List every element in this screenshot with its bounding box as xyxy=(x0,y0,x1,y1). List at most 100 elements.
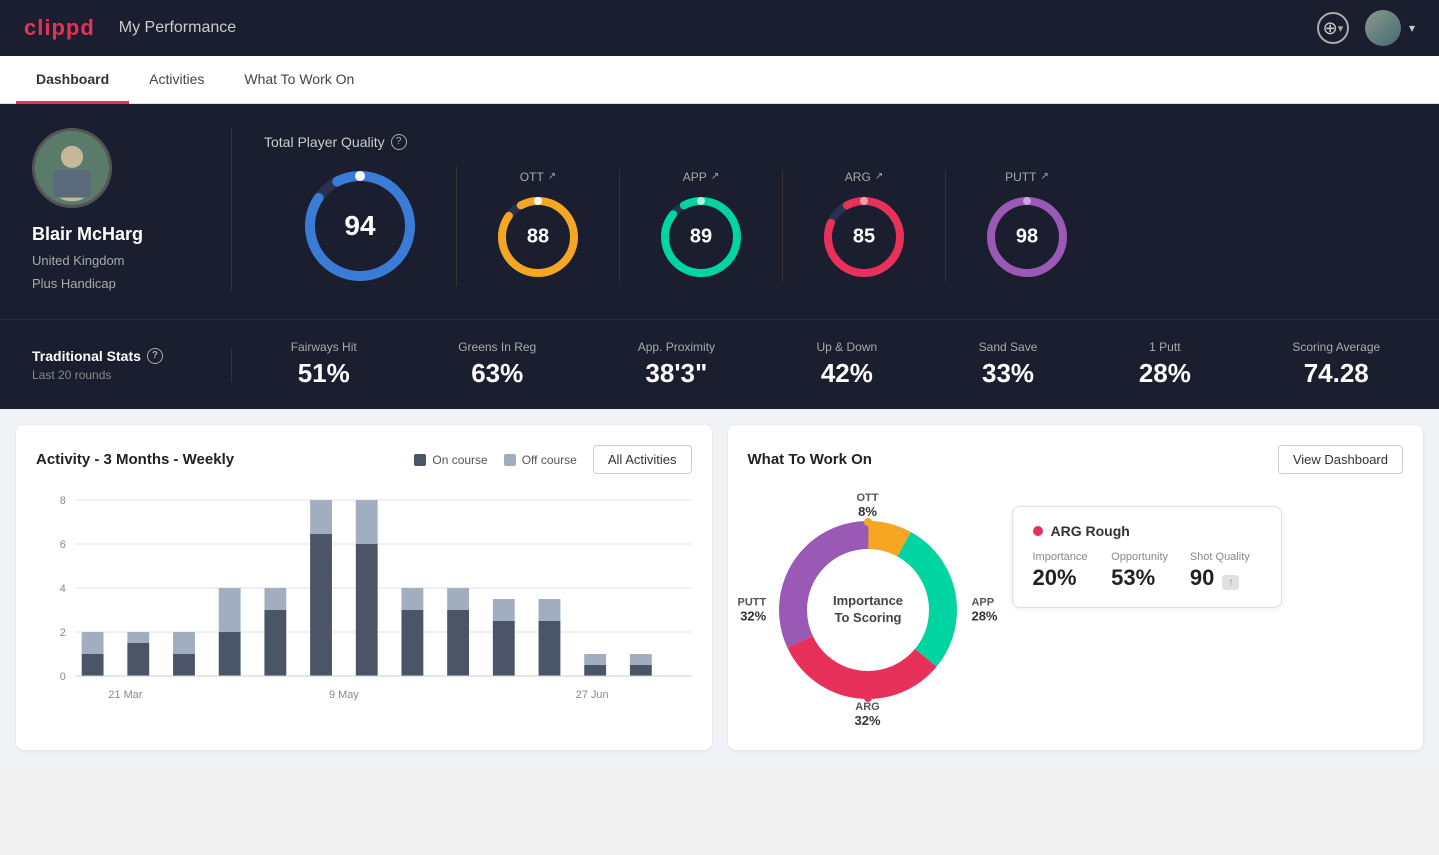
bottom-panels: Activity - 3 Months - Weekly On course O… xyxy=(0,409,1439,766)
arg-label: ARG ↗ xyxy=(845,170,883,184)
opportunity-metric: Opportunity 53% xyxy=(1111,551,1182,591)
arg-metric: ARG ↗ 85 xyxy=(783,170,946,282)
arg-value: 85 xyxy=(853,225,875,248)
header-title: My Performance xyxy=(119,19,236,37)
plus-icon: ⊕ xyxy=(1323,18,1338,39)
svg-text:27 Jun: 27 Jun xyxy=(576,689,609,701)
svg-text:0: 0 xyxy=(60,671,66,683)
scoring-average-metric: Scoring Average 74.28 xyxy=(1292,340,1380,389)
app-proximity-label: App. Proximity xyxy=(638,340,715,354)
sand-save-value: 33% xyxy=(982,358,1034,389)
trad-metrics-list: Fairways Hit 51% Greens In Reg 63% App. … xyxy=(264,340,1407,389)
total-quality-gauge: 94 xyxy=(300,166,420,286)
user-chevron-icon: ▾ xyxy=(1409,21,1415,35)
player-country: United Kingdom xyxy=(32,253,125,268)
ott-segment-name: OTT xyxy=(857,492,879,504)
svg-text:8: 8 xyxy=(60,495,66,507)
quality-info-icon[interactable]: ? xyxy=(391,134,407,150)
arg-donut-label: ARG 32% xyxy=(854,701,880,728)
ott-segment-pct: 8% xyxy=(857,504,879,519)
opportunity-value: 53% xyxy=(1111,565,1182,591)
app-proximity-value: 38'3" xyxy=(645,358,707,389)
quality-section: Total Player Quality ? 94 OTT xyxy=(264,134,1407,286)
opportunity-label: Opportunity xyxy=(1111,551,1182,563)
quality-metrics: 94 OTT ↗ 88 xyxy=(264,166,1407,286)
svg-text:21 Mar: 21 Mar xyxy=(108,689,142,701)
activity-chart-panel: Activity - 3 Months - Weekly On course O… xyxy=(16,425,712,750)
app-segment-name: APP xyxy=(971,597,997,609)
donut-center-line2: To Scoring xyxy=(834,610,901,625)
sand-save-metric: Sand Save 33% xyxy=(979,340,1038,389)
arg-gauge: 85 xyxy=(819,192,909,282)
putt-gauge: 98 xyxy=(982,192,1072,282)
tab-activities[interactable]: Activities xyxy=(129,56,224,104)
traditional-stats-section: Traditional Stats ? Last 20 rounds Fairw… xyxy=(0,319,1439,409)
putt-label: PUTT ↗ xyxy=(1005,170,1049,184)
app-gauge: 89 xyxy=(656,192,746,282)
app-segment-pct: 28% xyxy=(971,609,997,624)
svg-text:2: 2 xyxy=(60,627,66,639)
chart-panel-header: Activity - 3 Months - Weekly On course O… xyxy=(36,445,692,474)
shot-quality-metric: Shot Quality 90 ↑ xyxy=(1190,551,1261,591)
importance-value: 20% xyxy=(1033,565,1104,591)
svg-text:4: 4 xyxy=(60,583,66,595)
arg-segment-pct: 32% xyxy=(854,713,880,728)
player-avatar xyxy=(32,128,112,208)
app-label: APP ↗ xyxy=(683,170,719,184)
app-logo: clippd xyxy=(24,15,95,41)
putt-segment-name: PUTT xyxy=(738,597,767,609)
off-course-legend: Off course xyxy=(504,453,577,467)
ott-value: 88 xyxy=(527,225,549,248)
bar-chart-svg: 8 6 4 2 0 xyxy=(36,490,692,710)
trad-stats-title: Traditional Stats ? xyxy=(32,348,199,364)
header-actions: ⊕ ▾ ▾ xyxy=(1317,10,1415,46)
arg-arrow-icon: ↗ xyxy=(875,171,883,182)
arg-rough-card: ARG Rough Importance 20% Opportunity 53%… xyxy=(1012,506,1282,608)
avatar xyxy=(1365,10,1401,46)
tab-dashboard[interactable]: Dashboard xyxy=(16,56,129,104)
quality-label: Total Player Quality xyxy=(264,134,385,150)
ott-donut-label: OTT 8% xyxy=(857,492,879,519)
off-course-legend-label: Off course xyxy=(522,453,577,467)
card-dot xyxy=(1033,526,1043,536)
quality-header: Total Player Quality ? xyxy=(264,134,1407,150)
add-button[interactable]: ⊕ ▾ xyxy=(1317,12,1349,44)
importance-metric: Importance 20% xyxy=(1033,551,1104,591)
importance-label: Importance xyxy=(1033,551,1104,563)
svg-text:9 May: 9 May xyxy=(329,689,359,701)
trad-stats-subtitle: Last 20 rounds xyxy=(32,368,199,382)
on-course-legend-label: On course xyxy=(432,453,487,467)
putt-donut-label: PUTT 32% xyxy=(738,597,767,624)
activity-bar-chart: 8 6 4 2 0 xyxy=(36,490,692,710)
view-dashboard-button[interactable]: View Dashboard xyxy=(1278,445,1403,474)
putt-arrow-icon: ↗ xyxy=(1040,171,1048,182)
donut-svg: Importance To Scoring xyxy=(748,490,988,730)
user-menu[interactable]: ▾ xyxy=(1365,10,1415,46)
ott-arrow-icon: ↗ xyxy=(548,171,556,182)
trad-info-icon[interactable]: ? xyxy=(147,348,163,364)
card-title: ARG Rough xyxy=(1033,523,1261,539)
app-proximity-metric: App. Proximity 38'3" xyxy=(638,340,715,389)
tab-what-to-work-on[interactable]: What To Work On xyxy=(224,56,374,104)
shot-quality-badge: ↑ xyxy=(1222,575,1239,590)
hero-section: Blair McHarg United Kingdom Plus Handica… xyxy=(0,104,1439,319)
fairways-hit-metric: Fairways Hit 51% xyxy=(291,340,357,389)
add-chevron: ▾ xyxy=(1338,22,1344,35)
chart-controls: On course Off course All Activities xyxy=(414,445,691,474)
scoring-average-value: 74.28 xyxy=(1304,358,1369,389)
app-metric: APP ↗ 89 xyxy=(620,170,783,282)
donut-center-line1: Importance xyxy=(832,593,902,608)
app-header: clippd My Performance ⊕ ▾ ▾ xyxy=(0,0,1439,56)
wtwo-panel-header: What To Work On View Dashboard xyxy=(748,445,1404,474)
up-and-down-label: Up & Down xyxy=(817,340,878,354)
what-to-work-on-panel: What To Work On View Dashboard xyxy=(728,425,1424,750)
avatar-image xyxy=(35,128,109,208)
up-and-down-value: 42% xyxy=(821,358,873,389)
donut-chart-area: Importance To Scoring OTT 8% APP 28% xyxy=(748,490,988,730)
tab-bar: Dashboard Activities What To Work On xyxy=(0,56,1439,104)
all-activities-button[interactable]: All Activities xyxy=(593,445,692,474)
greens-in-reg-label: Greens In Reg xyxy=(458,340,536,354)
putt-value: 98 xyxy=(1016,225,1038,248)
fairways-hit-value: 51% xyxy=(298,358,350,389)
ott-metric: OTT ↗ 88 xyxy=(457,170,620,282)
